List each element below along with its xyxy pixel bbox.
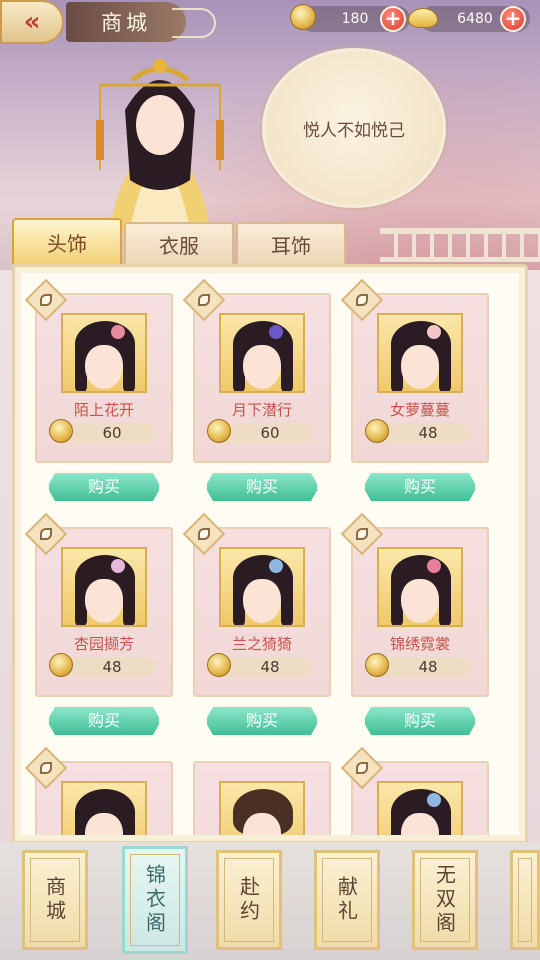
coin-amount: 180 — [341, 11, 369, 27]
shop-panel: 陌上花开 60 月下潜行 60 女萝蔓蔓 48 购买 购买 购买 杏园撷芳 48 — [12, 264, 528, 844]
buy-button[interactable]: 购买 — [363, 705, 477, 737]
item-card[interactable] — [193, 761, 331, 835]
item-name: 锦绣霓裳 — [389, 635, 450, 653]
item-name: 兰之猗猗 — [231, 635, 292, 653]
nav-label: 献礼 — [334, 876, 359, 924]
nav-shop[interactable]: 商城 — [22, 850, 88, 950]
quote-bubble: 悦人不如悦己 — [262, 48, 446, 208]
item-name: 杏园撷芳 — [73, 635, 134, 653]
item-portrait — [219, 547, 305, 627]
nav-label: 赴约 — [236, 876, 261, 924]
item-portrait — [219, 781, 305, 835]
character-portrait — [96, 59, 224, 230]
item-name: 陌上花开 — [73, 401, 134, 419]
balcony-rail — [380, 228, 540, 262]
nav-label: 锦衣阁 — [142, 864, 167, 936]
tab-label: 耳饰 — [271, 233, 311, 258]
coin-icon — [290, 4, 316, 30]
item-card[interactable]: 月下潜行 60 — [182, 278, 331, 463]
nav-more[interactable] — [510, 850, 540, 950]
gold-ingot-icon — [408, 8, 438, 28]
nav-label: 无双阁 — [432, 864, 457, 936]
coin-icon — [365, 653, 389, 677]
item-portrait — [219, 313, 305, 393]
nav-wardrobe[interactable]: 锦衣阁 — [122, 846, 188, 954]
item-name: 月下潜行 — [231, 401, 292, 419]
buy-button[interactable]: 购买 — [363, 471, 477, 503]
buy-button[interactable]: 购买 — [205, 705, 319, 737]
item-portrait — [61, 547, 147, 627]
bottom-nav: 商城 锦衣阁 赴约 献礼 无双阁 — [0, 842, 540, 960]
tab-clothes[interactable]: 衣服 — [124, 222, 234, 264]
item-portrait — [61, 313, 147, 393]
item-card[interactable] — [24, 746, 173, 835]
tab-headwear[interactable]: 头饰 — [12, 218, 122, 272]
nav-date[interactable]: 赴约 — [216, 850, 282, 950]
item-portrait — [377, 781, 463, 835]
buy-button[interactable]: 购买 — [205, 471, 319, 503]
nav-wushuang[interactable]: 无双阁 — [412, 850, 478, 950]
page-title: 商城 — [66, 2, 216, 42]
buy-button[interactable]: 购买 — [47, 705, 161, 737]
add-ingots-button[interactable]: + — [500, 6, 526, 32]
item-portrait — [377, 313, 463, 393]
item-portrait — [377, 547, 463, 627]
quote-text: 悦人不如悦己 — [303, 120, 405, 141]
tab-label: 头饰 — [47, 231, 87, 256]
nav-label: 商城 — [42, 876, 67, 924]
back-button[interactable]: « — [0, 0, 64, 44]
coin-icon — [49, 653, 73, 677]
coin-icon — [49, 419, 73, 443]
item-name: 女萝蔓蔓 — [389, 401, 450, 419]
item-portrait — [61, 781, 147, 835]
ingot-amount: 6480 — [457, 11, 493, 27]
item-card[interactable]: 兰之猗猗 48 — [182, 512, 331, 697]
item-grid-scroll[interactable]: 陌上花开 60 月下潜行 60 女萝蔓蔓 48 购买 购买 购买 杏园撷芳 48 — [21, 273, 519, 835]
coin-icon — [207, 653, 231, 677]
coin-icon — [365, 419, 389, 443]
tab-label: 衣服 — [159, 233, 199, 258]
back-arrow-icon: « — [23, 7, 41, 37]
tab-earrings[interactable]: 耳饰 — [236, 222, 346, 264]
item-card[interactable]: 锦绣霓裳 48 — [340, 512, 489, 697]
item-card[interactable]: 杏园撷芳 48 — [24, 512, 173, 697]
coin-icon — [207, 419, 231, 443]
item-card[interactable]: 陌上花开 60 — [24, 278, 173, 463]
item-card[interactable] — [340, 746, 489, 835]
item-card[interactable]: 女萝蔓蔓 48 — [340, 278, 489, 463]
nav-gift[interactable]: 献礼 — [314, 850, 380, 950]
buy-button[interactable]: 购买 — [47, 471, 161, 503]
add-coins-button[interactable]: + — [380, 6, 406, 32]
